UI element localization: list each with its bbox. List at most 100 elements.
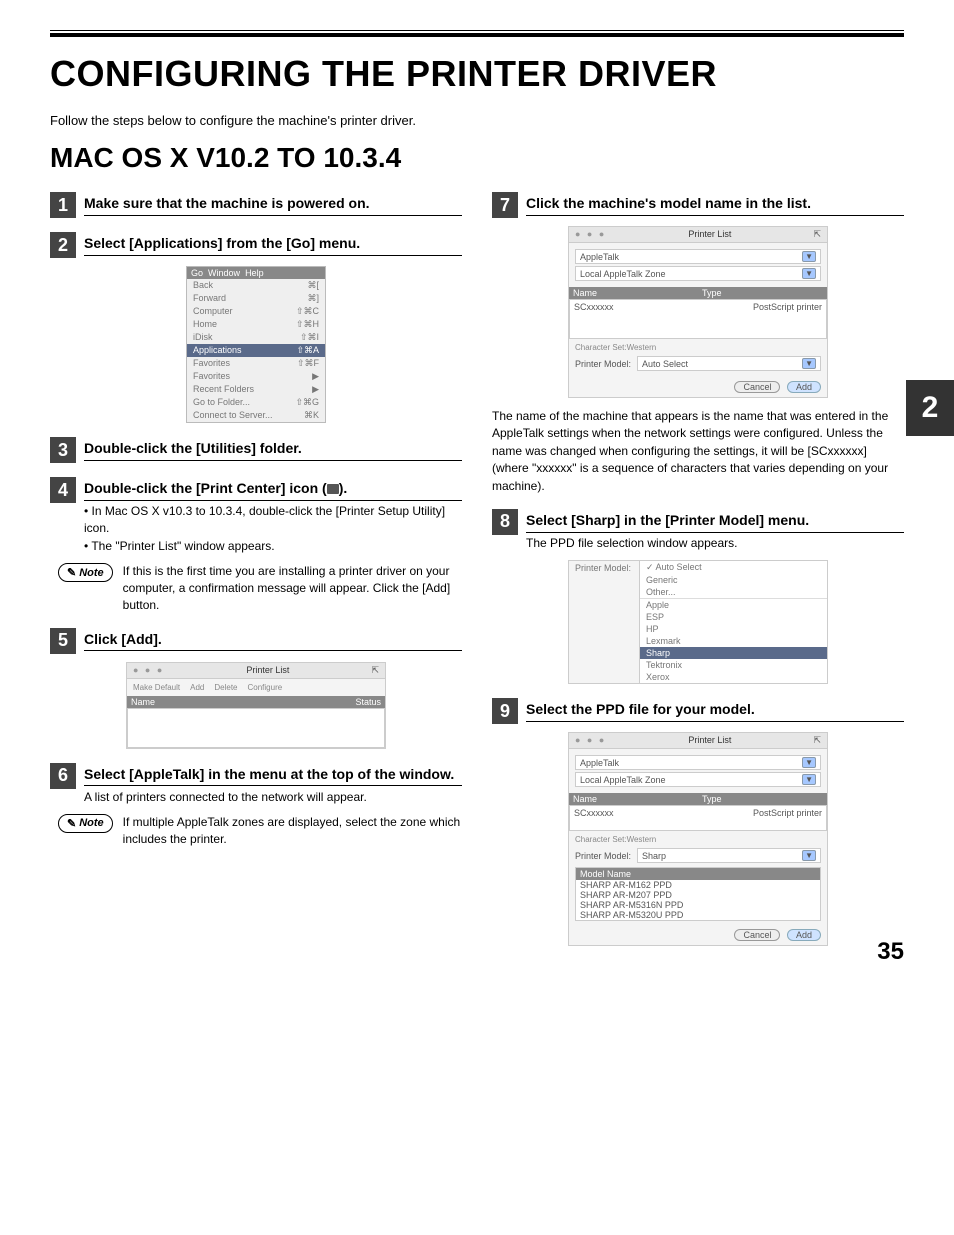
dropdown-value: AppleTalk bbox=[580, 252, 619, 262]
list-row: SHARP AR-M5320U PPD bbox=[576, 910, 820, 920]
right-column: 7 Click the machine's model name in the … bbox=[492, 192, 904, 960]
charset-label: Character Set:Western bbox=[575, 835, 821, 844]
list-row: PostScript printer bbox=[753, 302, 822, 312]
toolbar-item: Delete bbox=[214, 683, 237, 692]
menu-option: HP bbox=[640, 623, 827, 635]
list-row: SHARP AR-M5316N PPD bbox=[576, 900, 820, 910]
menu-item: Computer⇧⌘C bbox=[187, 305, 325, 318]
chapter-tab: 2 bbox=[906, 380, 954, 436]
list-row: SCxxxxxx bbox=[574, 302, 614, 312]
step7-paragraph: The name of the machine that appears is … bbox=[492, 408, 904, 495]
note: Note If multiple AppleTalk zones are dis… bbox=[58, 814, 462, 848]
intro-text: Follow the steps below to configure the … bbox=[50, 113, 904, 128]
step-title: Select [Applications] from the [Go] menu… bbox=[84, 232, 462, 256]
step-title: Select the PPD file for your model. bbox=[526, 698, 904, 722]
step-body-text: A list of printers connected to the netw… bbox=[84, 789, 462, 806]
step-number: 6 bbox=[50, 763, 76, 789]
cancel-button: Cancel bbox=[734, 381, 780, 393]
step-title-part: ). bbox=[339, 480, 348, 496]
col-header: Name bbox=[569, 287, 698, 299]
menu-header: Help bbox=[245, 268, 264, 278]
note-badge: Note bbox=[58, 814, 113, 833]
col-header: Model Name bbox=[576, 868, 820, 880]
page-number: 35 bbox=[877, 938, 904, 966]
step-3: 3 Double-click the [Utilities] folder. bbox=[50, 437, 462, 463]
note-text: If multiple AppleTalk zones are displaye… bbox=[123, 814, 462, 848]
printer-list-screenshot: ● ● ●Printer List⇱ AppleTalk▼ Local Appl… bbox=[568, 226, 828, 398]
printer-list-screenshot: ● ● ●Printer List⇱ AppleTalk▼ Local Appl… bbox=[568, 732, 828, 946]
step-number: 1 bbox=[50, 192, 76, 218]
page-title: CONFIGURING THE PRINTER DRIVER bbox=[50, 53, 904, 95]
step-5: 5 Click [Add]. ● ● ●Printer List⇱ Make D… bbox=[50, 628, 462, 749]
step-body-text: The PPD file selection window appears. bbox=[526, 535, 904, 552]
toolbar-item: Add bbox=[190, 683, 204, 692]
step-4: 4 Double-click the [Print Center] icon (… bbox=[50, 477, 462, 614]
rule-thin bbox=[50, 30, 904, 31]
rule-thick bbox=[50, 33, 904, 37]
step-title: Click [Add]. bbox=[84, 628, 462, 652]
menu-item-selected: Applications⇧⌘A bbox=[187, 344, 325, 357]
bullet: The "Printer List" window appears. bbox=[84, 538, 462, 555]
menu-item: Connect to Server...⌘K bbox=[187, 409, 325, 422]
step-title: Click the machine's model name in the li… bbox=[526, 192, 904, 216]
step-7: 7 Click the machine's model name in the … bbox=[492, 192, 904, 495]
printer-model-label: Printer Model: bbox=[569, 561, 639, 683]
step-title: Double-click the [Print Center] icon (). bbox=[84, 477, 462, 501]
menu-option: Other... bbox=[640, 586, 827, 598]
toolbar-item: Configure bbox=[248, 683, 283, 692]
dropdown-value: Local AppleTalk Zone bbox=[580, 269, 666, 279]
list-row: PostScript printer bbox=[753, 808, 822, 818]
add-button: Add bbox=[787, 381, 821, 393]
menu-option: Xerox bbox=[640, 671, 827, 683]
note-text: If this is the first time you are instal… bbox=[123, 563, 462, 613]
menu-option: Auto Select bbox=[640, 561, 827, 574]
menu-header: Window bbox=[208, 268, 240, 278]
menu-item: Home⇧⌘H bbox=[187, 318, 325, 331]
window-title: Printer List bbox=[164, 665, 371, 676]
step-number: 4 bbox=[50, 477, 76, 503]
menu-option: ESP bbox=[640, 611, 827, 623]
add-button: Add bbox=[787, 929, 821, 941]
menu-option: Generic bbox=[640, 574, 827, 586]
note-badge: Note bbox=[58, 563, 113, 582]
printer-model-menu-screenshot: Printer Model: Auto Select Generic Other… bbox=[568, 560, 828, 684]
printer-icon bbox=[327, 484, 339, 494]
two-column-layout: 1 Make sure that the machine is powered … bbox=[50, 192, 904, 960]
menu-item: Favorites⇧⌘F bbox=[187, 357, 325, 370]
window-title: Printer List bbox=[606, 229, 813, 240]
list-row: SHARP AR-M162 PPD bbox=[576, 880, 820, 890]
step-number: 5 bbox=[50, 628, 76, 654]
printer-list-screenshot: ● ● ●Printer List⇱ Make Default Add Dele… bbox=[126, 662, 386, 749]
step-title: Select [Sharp] in the [Printer Model] me… bbox=[526, 509, 904, 533]
bullet: In Mac OS X v10.3 to 10.3.4, double-clic… bbox=[84, 503, 462, 538]
note: Note If this is the first time you are i… bbox=[58, 563, 462, 613]
step-1: 1 Make sure that the machine is powered … bbox=[50, 192, 462, 218]
menu-item: Go to Folder...⇧⌘G bbox=[187, 396, 325, 409]
step-9: 9 Select the PPD file for your model. ● … bbox=[492, 698, 904, 946]
step-number: 9 bbox=[492, 698, 518, 724]
step-number: 2 bbox=[50, 232, 76, 258]
col-header: Type bbox=[698, 287, 827, 299]
step-number: 7 bbox=[492, 192, 518, 218]
step-2: 2 Select [Applications] from the [Go] me… bbox=[50, 232, 462, 423]
col-header: Name bbox=[569, 793, 698, 805]
step-title: Select [AppleTalk] in the menu at the to… bbox=[84, 763, 462, 787]
go-menu-screenshot: Go Window Help Back⌘[ Forward⌘] Computer… bbox=[186, 266, 326, 423]
printer-model-value: Sharp bbox=[642, 851, 666, 861]
menu-item: Recent Folders▶ bbox=[187, 383, 325, 396]
dropdown-value: Local AppleTalk Zone bbox=[580, 775, 666, 785]
list-row: SCxxxxxx bbox=[574, 808, 614, 818]
menu-option: Lexmark bbox=[640, 635, 827, 647]
menu-item: Back⌘[ bbox=[187, 279, 325, 292]
menu-item: iDisk⇧⌘I bbox=[187, 331, 325, 344]
col-header: Status bbox=[256, 696, 385, 708]
menu-header: Go bbox=[191, 268, 203, 278]
printer-model-label: Printer Model: bbox=[575, 851, 631, 861]
menu-option-selected: Sharp bbox=[640, 647, 827, 659]
col-header: Type bbox=[698, 793, 827, 805]
printer-model-label: Printer Model: bbox=[575, 359, 631, 369]
menu-option: Tektronix bbox=[640, 659, 827, 671]
list-row: SHARP AR-M207 PPD bbox=[576, 890, 820, 900]
dropdown-value: AppleTalk bbox=[580, 758, 619, 768]
printer-model-value: Auto Select bbox=[642, 359, 688, 369]
